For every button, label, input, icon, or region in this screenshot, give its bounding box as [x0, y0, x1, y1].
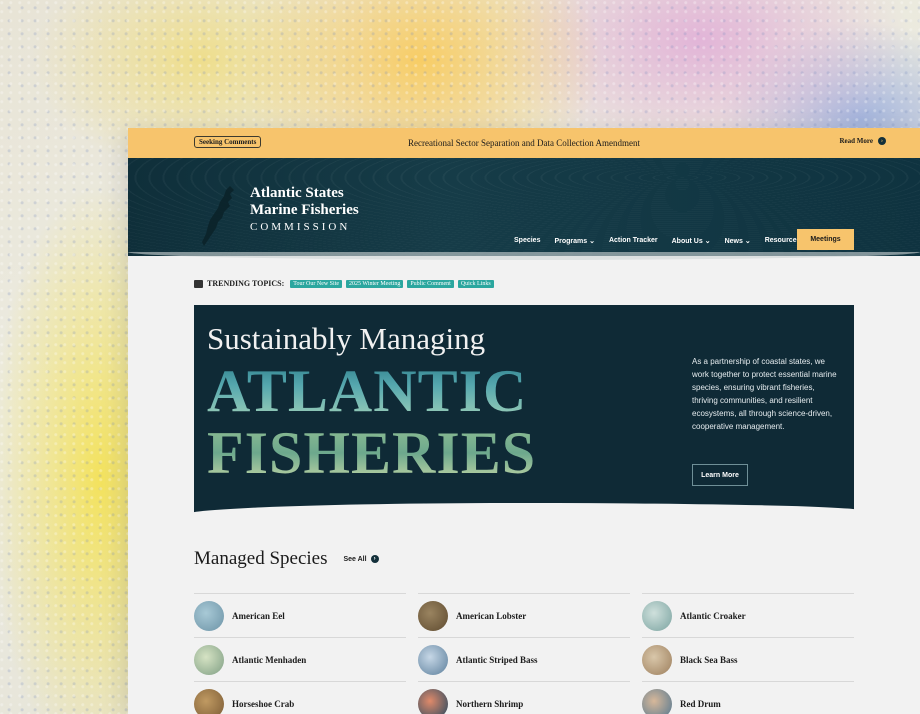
species-item[interactable]: Northern Shrimp	[418, 681, 630, 714]
species-item[interactable]: Black Sea Bass	[642, 637, 854, 681]
hero-section: Sustainably Managing ATLANTIC FISHERIES …	[194, 305, 854, 513]
species-thumb	[418, 600, 448, 631]
learn-more-button[interactable]: Learn More	[692, 464, 748, 486]
nav-about-us[interactable]: About Us ⌄	[672, 237, 711, 245]
species-thumb	[194, 688, 224, 714]
species-name: Atlantic Striped Bass	[456, 654, 538, 665]
trending-label: TRENDING TOPICS:	[207, 279, 285, 288]
species-thumb	[418, 688, 448, 714]
species-name: Atlantic Menhaden	[232, 654, 307, 665]
species-item[interactable]: Atlantic Croaker	[642, 593, 854, 637]
logo-line3: COMMISSION	[250, 221, 351, 233]
species-header: Managed Species See All ›	[194, 548, 379, 570]
species-thumb	[642, 688, 672, 714]
species-name: American Eel	[232, 610, 285, 621]
species-thumb	[194, 644, 224, 675]
species-item[interactable]: American Lobster	[418, 593, 630, 637]
chevron-down-icon: ⌄	[704, 238, 711, 245]
species-item[interactable]: American Eel	[194, 593, 406, 637]
species-item[interactable]: Horseshoe Crab	[194, 681, 406, 714]
meetings-button[interactable]: Meetings	[797, 229, 854, 250]
chip-public-comment[interactable]: Public Comment	[407, 279, 454, 288]
species-thumb	[418, 644, 448, 675]
announcement-banner: Seeking Comments Recreational Sector Sep…	[128, 128, 920, 158]
map-logo-icon	[202, 186, 234, 246]
species-thumb	[642, 600, 672, 631]
hero-wave	[194, 503, 854, 513]
species-title: Managed Species	[194, 548, 328, 569]
trending-icon	[194, 279, 203, 288]
species-item[interactable]: Atlantic Striped Bass	[418, 637, 630, 681]
logo-line2: Marine Fisheries	[250, 202, 359, 218]
chevron-down-icon: ⌄	[589, 238, 595, 245]
see-all-label: See All	[343, 555, 367, 563]
site-logo[interactable]: Atlantic States Marine Fisheries COMMISS…	[250, 185, 359, 235]
nav-programs-label: Programs	[554, 238, 588, 245]
arrow-right-icon: ›	[878, 137, 886, 145]
nav-resources[interactable]: Resources	[765, 237, 801, 245]
chip-quick-links[interactable]: Quick Links	[457, 279, 494, 288]
see-all-link[interactable]: See All ›	[343, 555, 379, 563]
species-thumb	[194, 600, 224, 631]
nav-about-label: About Us	[671, 238, 703, 245]
chip-tour[interactable]: Tour Our New Site	[290, 279, 343, 288]
species-name: Black Sea Bass	[680, 654, 738, 665]
trending-topics: TRENDING TOPICS: Tour Our New Site 2025 …	[194, 279, 494, 288]
hero-big-atlantic: ATLANTIC	[207, 358, 528, 424]
header-divider	[128, 252, 920, 260]
read-more-label: Read More	[839, 137, 874, 145]
nav-news[interactable]: News ⌄	[725, 237, 751, 245]
main-nav: Species Programs ⌄ Action Tracker About …	[514, 237, 814, 245]
banner-tag: Seeking Comments	[194, 136, 262, 148]
hero-big-fisheries: FISHERIES	[207, 420, 537, 486]
chip-winter-meeting[interactable]: 2025 Winter Meeting	[346, 279, 404, 288]
species-name: Northern Shrimp	[456, 698, 524, 709]
nav-programs[interactable]: Programs ⌄	[554, 237, 595, 245]
site-header: Atlantic States Marine Fisheries COMMISS…	[128, 158, 920, 260]
arrow-right-icon: ›	[370, 555, 379, 563]
species-name: Atlantic Croaker	[680, 610, 746, 621]
hero-heading: Sustainably Managing	[207, 321, 486, 356]
read-more-link[interactable]: Read More ›	[839, 137, 886, 145]
nav-action-tracker[interactable]: Action Tracker	[609, 237, 658, 245]
hero-description: As a partnership of coastal states, we w…	[692, 357, 837, 431]
species-thumb	[642, 644, 672, 675]
species-item[interactable]: Atlantic Menhaden	[194, 637, 406, 681]
logo-line1: Atlantic States	[250, 185, 344, 201]
species-name: Red Drum	[680, 698, 721, 709]
species-name: Horseshoe Crab	[232, 698, 295, 709]
species-item[interactable]: Red Drum	[642, 681, 854, 714]
species-name: American Lobster	[456, 610, 527, 621]
nav-news-label: News	[724, 238, 743, 245]
species-grid: American Eel American Lobster Atlantic C…	[194, 593, 854, 714]
website-window: Seeking Comments Recreational Sector Sep…	[128, 128, 920, 714]
nav-species[interactable]: Species	[514, 237, 540, 245]
chevron-down-icon: ⌄	[744, 238, 751, 245]
